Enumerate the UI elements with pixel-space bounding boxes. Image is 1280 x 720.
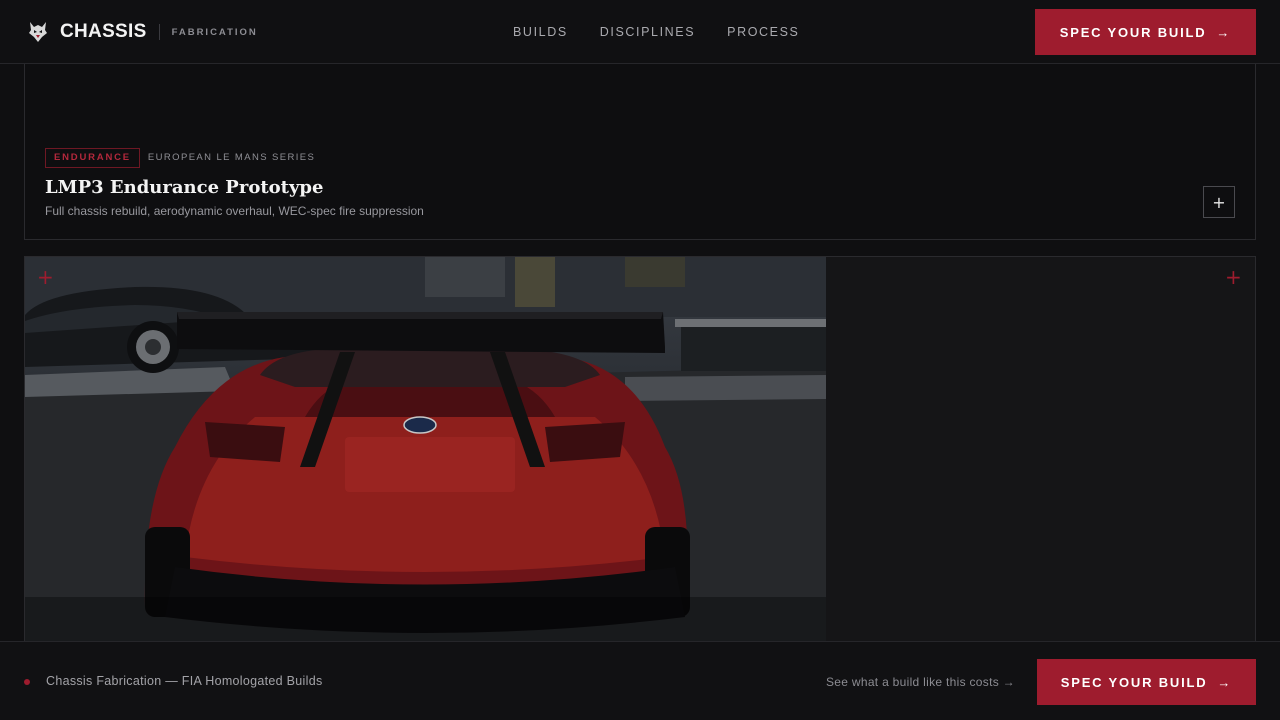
sticky-footer-bar: Chassis Fabrication — FIA Homologated Bu… xyxy=(0,641,1280,720)
footer-spec-your-build-label: SPEC YOUR BUILD xyxy=(1060,674,1208,690)
project-title: LMP3 Endurance Prototype xyxy=(45,177,324,198)
nav-link-process[interactable]: PROCESS xyxy=(727,25,799,39)
spec-your-build-button[interactable]: SPEC YOUR BUILD → xyxy=(1035,9,1256,55)
corner-plus-icon-right: + xyxy=(1225,265,1242,289)
brand-subtitle: FABRICATION xyxy=(171,26,258,38)
nav-link-disciplines[interactable]: DISCIPLINES xyxy=(600,25,695,39)
brand[interactable]: CHASSIS FABRICATION xyxy=(28,0,258,64)
project-card: ENDURANCE EUROPEAN LE MANS SERIES LMP3 E… xyxy=(24,64,1256,240)
car-photo: + xyxy=(25,257,826,655)
spec-your-build-label: SPEC YOUR BUILD xyxy=(1059,24,1207,40)
main-nav: BUILDS DISCIPLINES PROCESS xyxy=(513,0,832,64)
wolf-head-icon xyxy=(28,21,48,43)
category-badge: ENDURANCE xyxy=(45,148,140,168)
card-tags: ENDURANCE EUROPEAN LE MANS SERIES xyxy=(45,148,315,168)
arrow-right-icon: → xyxy=(1217,674,1233,690)
arrow-right-icon: → xyxy=(1216,24,1232,40)
corner-plus-icon-left: + xyxy=(37,265,54,289)
nav-link-builds[interactable]: BUILDS xyxy=(513,25,568,39)
project-media-panel: + + xyxy=(24,256,1256,656)
status-dot xyxy=(24,679,30,685)
plus-icon: + xyxy=(1212,192,1226,212)
expand-button[interactable]: + xyxy=(1203,186,1235,218)
project-description: Full chassis rebuild, aerodynamic overha… xyxy=(45,204,424,218)
brand-divider xyxy=(158,24,160,40)
brand-name: CHASSIS xyxy=(60,21,147,42)
build-cost-link[interactable]: See what a build like this costs → xyxy=(826,675,1015,689)
footer-spec-your-build-button[interactable]: SPEC YOUR BUILD → xyxy=(1037,659,1256,705)
series-label: EUROPEAN LE MANS SERIES xyxy=(147,152,316,164)
footer-label: Chassis Fabrication — FIA Homologated Bu… xyxy=(46,674,323,688)
site-header: CHASSIS FABRICATION BUILDS DISCIPLINES P… xyxy=(0,0,1280,64)
